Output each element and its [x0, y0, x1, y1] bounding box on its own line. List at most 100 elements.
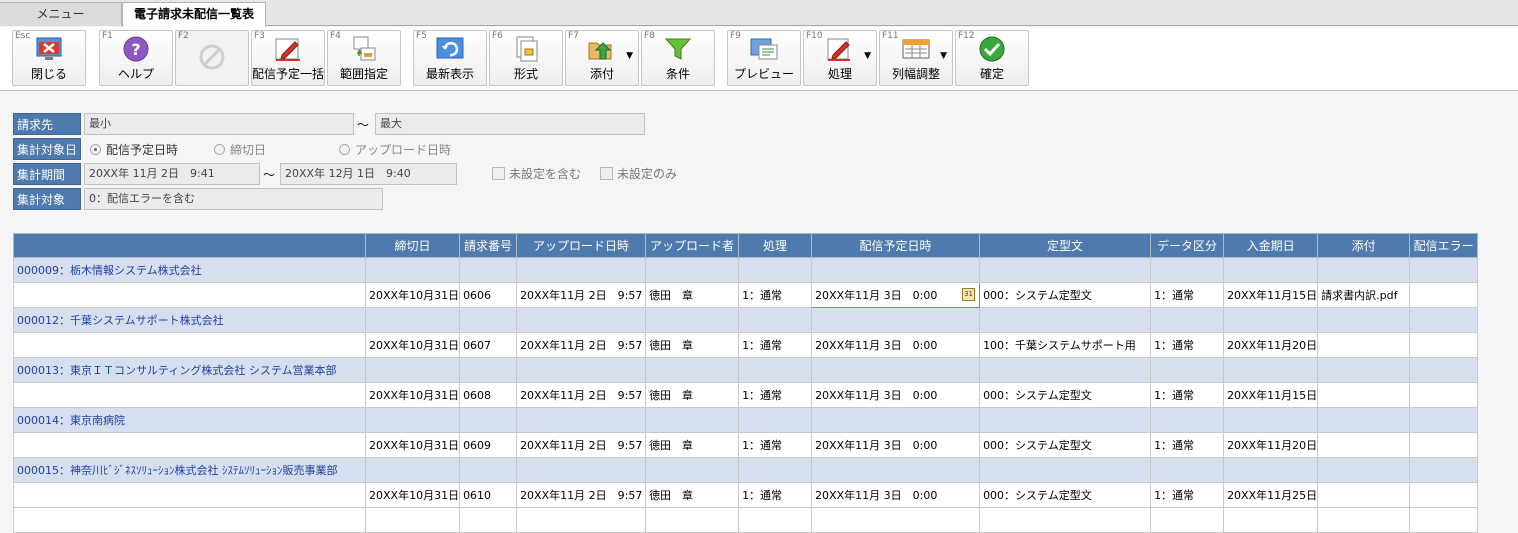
table-cell[interactable]: [1317, 332, 1411, 358]
group-cell[interactable]: [1409, 357, 1479, 383]
table-cell[interactable]: 1：通常: [738, 282, 813, 308]
group-cell[interactable]: [364, 457, 461, 483]
table-cell[interactable]: 20XX年11月 3日 0:00: [811, 332, 981, 358]
group-cell[interactable]: [811, 307, 981, 333]
group-cell[interactable]: [645, 457, 740, 483]
format-button[interactable]: F6 形式: [489, 30, 563, 86]
table-cell[interactable]: 徳田 章: [645, 282, 740, 308]
group-customer-name[interactable]: 000015：神奈川ﾋﾞｼﾞﾈｽｿﾘｭｰｼｮﾝ株式会社 ｼｽﾃﾑｿﾘｭｰｼｮﾝ販…: [13, 457, 366, 483]
table-cell[interactable]: 20XX年11月 2日 9:57: [516, 332, 647, 358]
empty-cell[interactable]: [1317, 507, 1411, 533]
group-cell[interactable]: [516, 357, 647, 383]
include-unset-checkbox[interactable]: 未設定を含む: [492, 165, 581, 183]
group-customer-name[interactable]: 000014：東京南病院: [13, 407, 366, 433]
empty-cell[interactable]: [1223, 507, 1319, 533]
group-cell[interactable]: [516, 457, 647, 483]
scheduled-datetime-cell-selected[interactable]: 20XX年11月 3日 0:00 31: [811, 282, 981, 308]
header-template[interactable]: 定型文: [979, 233, 1152, 258]
disabled-button[interactable]: F2: [175, 30, 249, 86]
table-cell[interactable]: 1：通常: [738, 482, 813, 508]
group-cell[interactable]: [811, 357, 981, 383]
table-cell[interactable]: 0608: [459, 382, 518, 408]
empty-cell[interactable]: [1409, 507, 1479, 533]
group-row[interactable]: 000014：東京南病院: [13, 407, 1479, 433]
group-cell[interactable]: [1317, 407, 1411, 433]
group-cell[interactable]: [738, 357, 813, 383]
table-cell[interactable]: 0606: [459, 282, 518, 308]
conditions-button[interactable]: F8 条件: [641, 30, 715, 86]
help-button[interactable]: F1 ? ヘルプ: [99, 30, 173, 86]
group-cell[interactable]: [1409, 257, 1479, 283]
group-cell[interactable]: [1150, 257, 1225, 283]
table-cell[interactable]: 000：システム定型文: [979, 382, 1152, 408]
table-cell[interactable]: 20XX年11月 2日 9:57: [516, 482, 647, 508]
group-cell[interactable]: [516, 307, 647, 333]
group-cell[interactable]: [1150, 307, 1225, 333]
table-cell[interactable]: [13, 382, 366, 408]
group-cell[interactable]: [645, 407, 740, 433]
group-cell[interactable]: [1409, 307, 1479, 333]
table-cell[interactable]: [13, 432, 366, 458]
table-cell[interactable]: 100：千葉システムサポート用: [979, 332, 1152, 358]
empty-cell[interactable]: [811, 507, 981, 533]
header-delivery-error[interactable]: 配信エラー: [1409, 233, 1479, 258]
table-cell[interactable]: 0609: [459, 432, 518, 458]
table-row[interactable]: 20XX年10月31日 0606 20XX年11月 2日 9:57 徳田 章 1：通常 2…: [13, 282, 1479, 308]
group-cell[interactable]: [459, 457, 518, 483]
group-row[interactable]: 000015：神奈川ﾋﾞｼﾞﾈｽｿﾘｭｰｼｮﾝ株式会社 ｼｽﾃﾑｿﾘｭｰｼｮﾝ販…: [13, 457, 1479, 483]
empty-cell[interactable]: [738, 507, 813, 533]
dropdown-arrow-icon[interactable]: ▼: [864, 51, 871, 61]
tab-unsent-e-invoice-list[interactable]: 電子請求未配信一覧表: [122, 2, 266, 27]
target-field[interactable]: 0：配信エラーを含む: [84, 188, 383, 210]
group-cell[interactable]: [1317, 457, 1411, 483]
table-cell[interactable]: [1317, 482, 1411, 508]
group-cell[interactable]: [645, 307, 740, 333]
table-cell[interactable]: [1409, 432, 1479, 458]
group-customer-name[interactable]: 000012：千葉システムサポート株式会社: [13, 307, 366, 333]
process-button[interactable]: F10 ▼ 処理: [803, 30, 877, 86]
table-cell[interactable]: [1409, 382, 1479, 408]
table-cell[interactable]: 1：通常: [738, 382, 813, 408]
empty-cell[interactable]: [459, 507, 518, 533]
billing-to-to-field[interactable]: 最大: [375, 113, 645, 135]
empty-row[interactable]: [13, 507, 1479, 533]
group-cell[interactable]: [979, 357, 1152, 383]
group-cell[interactable]: [1317, 357, 1411, 383]
preview-button[interactable]: F9 プレビュー: [727, 30, 801, 86]
group-cell[interactable]: [1223, 257, 1319, 283]
group-customer-name[interactable]: 000013：東京ＩＴコンサルティング株式会社 システム営業本部: [13, 357, 366, 383]
group-cell[interactable]: [645, 257, 740, 283]
group-cell[interactable]: [1409, 457, 1479, 483]
header-scheduled-datetime[interactable]: 配信予定日時: [811, 233, 981, 258]
table-cell[interactable]: 20XX年11月 2日 9:57: [516, 282, 647, 308]
group-cell[interactable]: [979, 307, 1152, 333]
empty-cell[interactable]: [13, 507, 366, 533]
table-cell[interactable]: 20XX年10月31日: [364, 382, 461, 408]
table-cell[interactable]: 20XX年10月31日: [364, 332, 461, 358]
group-cell[interactable]: [1223, 357, 1319, 383]
table-row[interactable]: 20XX年10月31日 0608 20XX年11月 2日 9:57 徳田 章 1：通常 2…: [13, 382, 1479, 408]
table-cell[interactable]: 徳田 章: [645, 382, 740, 408]
table-cell[interactable]: [1317, 382, 1411, 408]
refresh-button[interactable]: F5 最新表示: [413, 30, 487, 86]
group-row[interactable]: 000009：栃木情報システム株式会社: [13, 257, 1479, 283]
header-deadline[interactable]: 締切日: [364, 233, 461, 258]
table-cell[interactable]: 000：システム定型文: [979, 432, 1152, 458]
column-width-button[interactable]: F11 ▼ 列幅調整: [879, 30, 953, 86]
header-upload-datetime[interactable]: アップロード日時: [516, 233, 647, 258]
range-button[interactable]: F4 範囲指定: [327, 30, 401, 86]
group-row[interactable]: 000013：東京ＩＴコンサルティング株式会社 システム営業本部: [13, 357, 1479, 383]
group-cell[interactable]: [459, 357, 518, 383]
header-data-type[interactable]: データ区分: [1150, 233, 1225, 258]
close-button[interactable]: Esc 閉じる: [12, 30, 86, 86]
header-process[interactable]: 処理: [738, 233, 813, 258]
table-cell[interactable]: 1：通常: [738, 432, 813, 458]
table-cell[interactable]: [13, 282, 366, 308]
table-cell[interactable]: 20XX年11月 2日 9:57: [516, 432, 647, 458]
table-cell[interactable]: 20XX年10月31日: [364, 482, 461, 508]
group-cell[interactable]: [1317, 257, 1411, 283]
group-customer-name[interactable]: 000009：栃木情報システム株式会社: [13, 257, 366, 283]
group-row[interactable]: 000012：千葉システムサポート株式会社: [13, 307, 1479, 333]
table-cell[interactable]: 1：通常: [1150, 482, 1225, 508]
table-cell[interactable]: 20XX年10月31日: [364, 282, 461, 308]
